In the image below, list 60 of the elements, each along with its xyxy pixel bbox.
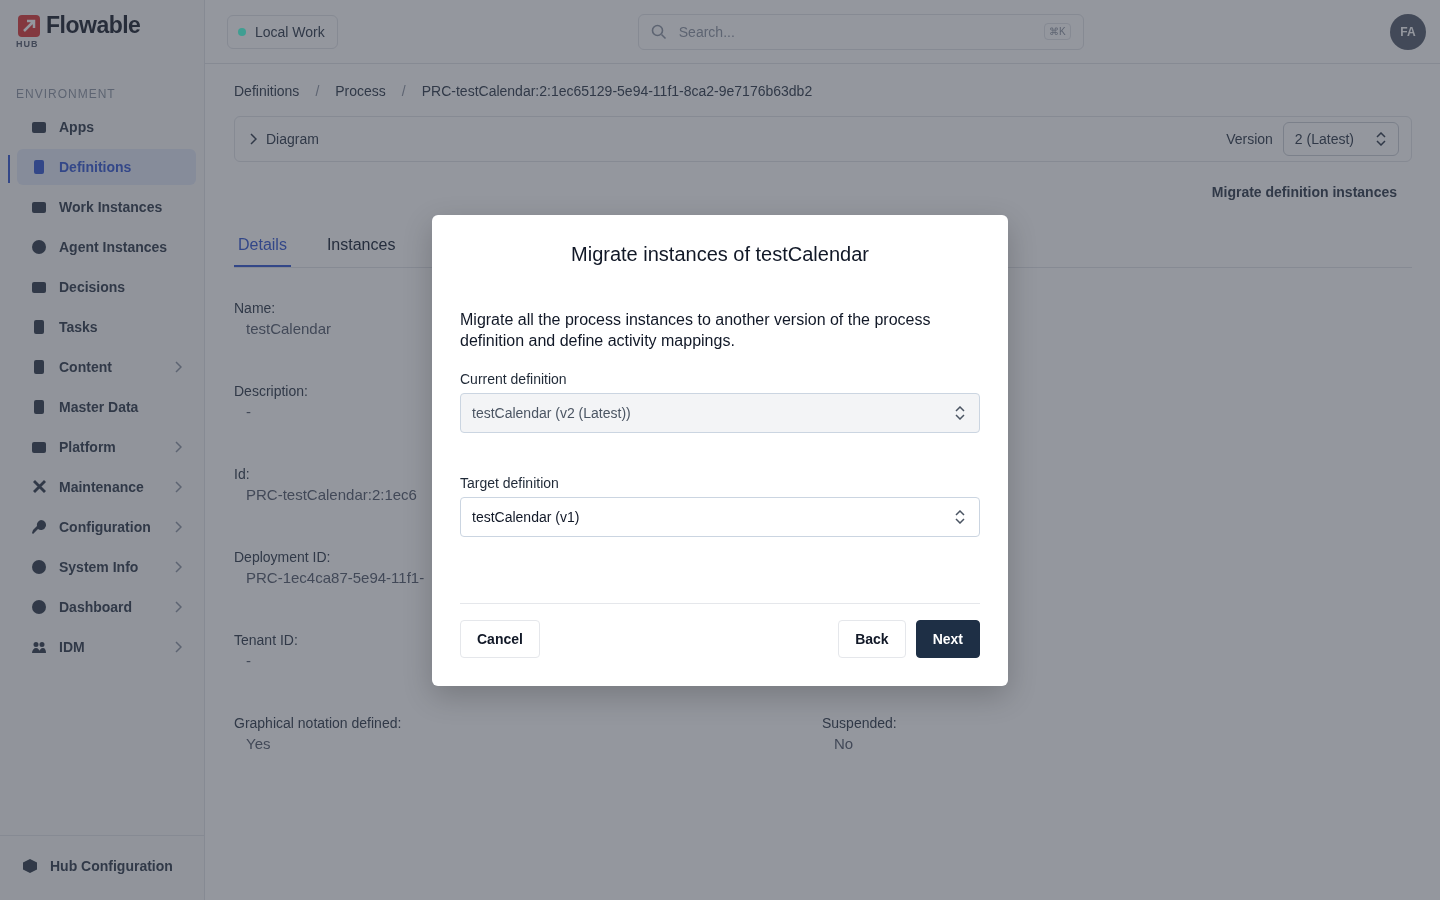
dialog-description: Migrate all the process instances to another version of the process definition and define activity mappings. (460, 310, 932, 351)
breadcrumb-item: PRC-testCalendar:2:1ec65129-5e94-11f1-8ca2-9e7176b63db2 (421, 83, 813, 99)
field-value: - (245, 403, 251, 420)
key-icon (31, 519, 47, 535)
breadcrumb-separator: / (315, 83, 320, 99)
tab[interactable]: Details (234, 228, 291, 267)
sidebar-item[interactable]: Maintenance (17, 469, 196, 505)
sidebar-item[interactable]: Master Data (17, 389, 196, 425)
breadcrumb-separator: / (401, 83, 406, 99)
field-label: Description: (234, 383, 308, 399)
sidebar-item[interactable]: Definitions (17, 149, 196, 185)
definition-select[interactable]: testCalendar (v1) (460, 497, 980, 537)
field-value: PRC-testCalendar:2:1ec6 (245, 486, 417, 503)
field-value: testCalendar (245, 320, 332, 337)
users-icon (31, 639, 47, 655)
field-label: Id: (234, 466, 250, 482)
sidebar-item[interactable]: Configuration (17, 509, 196, 545)
field-label: Deployment ID: (234, 549, 331, 565)
hub-configuration-link[interactable]: Hub Configuration (8, 848, 187, 884)
search-icon (650, 23, 667, 40)
updown-icon (955, 406, 965, 420)
field-value: Yes (245, 735, 271, 752)
field-label: Name: (234, 300, 276, 316)
logo-text: Flowable (46, 12, 141, 39)
back-button[interactable]: Back (838, 620, 906, 658)
sidebar-item[interactable]: Decisions (17, 269, 196, 305)
sidebar-item[interactable]: Platform (17, 429, 196, 465)
sidebar-item[interactable]: Tasks (17, 309, 196, 345)
select-label: Current definition (460, 371, 568, 387)
logo-icon (18, 14, 40, 37)
updown-icon (1376, 132, 1386, 146)
field-label: Tenant ID: (234, 632, 298, 648)
sidebar-item[interactable]: Apps (17, 109, 196, 145)
select-label: Target definition (460, 475, 560, 491)
sidebar-item[interactable]: Work Instances (17, 189, 196, 225)
field-value: PRC-1ec4ca87-5e94-11f1- (245, 569, 425, 586)
dialog-title: Migrate instances of testCalendar (570, 243, 870, 266)
sidebar-item[interactable]: Dashboard (17, 589, 196, 625)
workspace-selector[interactable]: Local Work (227, 14, 338, 49)
chevron-right-icon (249, 133, 257, 145)
user-avatar[interactable]: FA (1390, 13, 1426, 50)
cancel-button[interactable]: Cancel (460, 620, 540, 658)
sidebar-item[interactable]: System Info (17, 549, 196, 585)
sidebar-item[interactable]: Agent Instances (17, 229, 196, 265)
breadcrumb-item[interactable]: Definitions (234, 83, 300, 99)
field-value: - (245, 652, 251, 669)
diagram-toggle[interactable]: Diagram (249, 131, 319, 147)
field-value: No (833, 735, 854, 752)
sidebar-item[interactable]: IDM (17, 629, 196, 665)
sidebar-item[interactable]: Content (17, 349, 196, 385)
breadcrumb-item[interactable]: Process (335, 83, 386, 99)
field-label: Graphical notation defined: (234, 715, 402, 731)
version-label: Version (1226, 131, 1273, 147)
field-label: Suspended: (822, 715, 897, 731)
next-button[interactable]: Next (915, 620, 980, 658)
migrate-link[interactable]: Migrate definition instances (1211, 184, 1397, 200)
logo-subtitle: HUB (15, 39, 40, 49)
tab[interactable]: Instances (322, 228, 400, 267)
updown-icon (955, 510, 965, 524)
version-select[interactable]: 2 (Latest) (1282, 122, 1399, 156)
